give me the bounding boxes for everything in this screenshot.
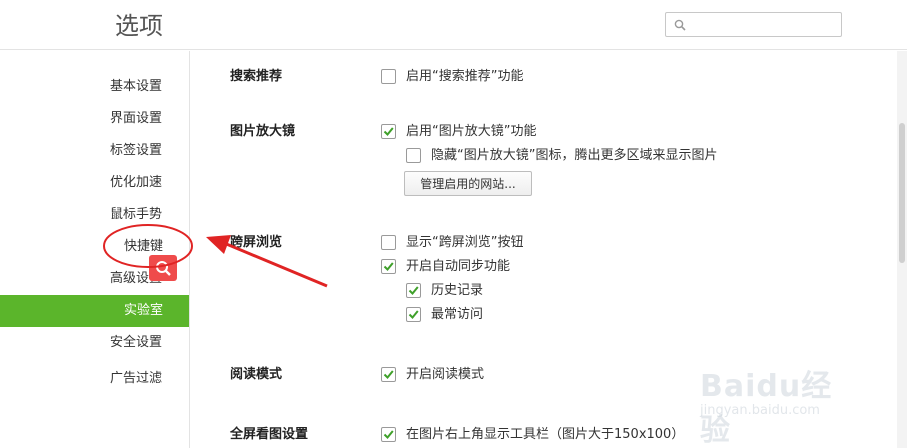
checkbox-checked[interactable] (406, 283, 421, 298)
section-title-reading-mode: 阅读模式 (230, 367, 283, 382)
image-magnifier-badge[interactable] (149, 255, 177, 281)
checkmark-icon (383, 127, 394, 136)
sidebar-item-interface[interactable]: 界面设置 (0, 103, 189, 135)
checkbox[interactable] (381, 69, 396, 84)
checkbox-checked[interactable] (381, 124, 396, 139)
search-box[interactable] (665, 12, 842, 37)
section-title-cross-screen: 跨屏浏览 (230, 235, 283, 250)
sidebar-item-label: 界面设置 (110, 111, 163, 126)
sidebar-item-label: 实验室 (124, 303, 164, 318)
option-label: 开启阅读模式 (406, 367, 485, 382)
sidebar: 基本设置 界面设置 标签设置 优化加速 鼠标手势 快捷键 高级设置 实验室 安全… (0, 51, 190, 448)
checkbox[interactable] (406, 148, 421, 163)
manage-sites-button[interactable]: 管理启用的网站... (404, 171, 532, 196)
option-label: 最常访问 (431, 307, 484, 322)
scrollbar-thumb[interactable] (899, 123, 905, 263)
sidebar-item-basic[interactable]: 基本设置 (0, 71, 189, 103)
checkmark-icon (383, 370, 394, 379)
sidebar-item-label: 标签设置 (110, 143, 163, 158)
sidebar-item-optimize[interactable]: 优化加速 (0, 167, 189, 199)
sidebar-item-tabs[interactable]: 标签设置 (0, 135, 189, 167)
checkbox-checked[interactable] (381, 367, 396, 382)
option-label: 启用“图片放大镜”功能 (406, 124, 537, 139)
sidebar-item-adblock[interactable]: 广告过滤 (0, 363, 189, 395)
checkmark-icon (383, 262, 394, 271)
option-label: 隐藏“图片放大镜”图标，腾出更多区域来显示图片 (431, 148, 718, 163)
checkbox-checked[interactable] (381, 427, 396, 442)
search-input[interactable] (690, 15, 835, 34)
checkbox[interactable] (381, 235, 396, 250)
sidebar-item-label: 基本设置 (110, 79, 163, 94)
option-label: 启用“搜索推荐”功能 (406, 69, 524, 84)
section-title-fullscreen-image: 全屏看图设置 (230, 427, 309, 442)
option-label: 在图片右上角显示工具栏（图片大于150x100） (406, 427, 685, 442)
sidebar-item-lab[interactable]: 实验室 (0, 295, 189, 327)
watermark-url: jingyan.baidu.com (700, 403, 820, 418)
scrollbar[interactable] (897, 51, 907, 448)
section-title-search-recommend: 搜索推荐 (230, 69, 283, 84)
option-label: 历史记录 (431, 283, 484, 298)
sidebar-item-label: 鼠标手势 (110, 207, 163, 222)
page-title: 选项 (115, 12, 163, 40)
checkmark-icon (383, 430, 394, 439)
sidebar-item-label: 优化加速 (110, 175, 163, 190)
checkbox-checked[interactable] (406, 307, 421, 322)
sidebar-item-mouse-gesture[interactable]: 鼠标手势 (0, 199, 189, 231)
watermark: Baidu经验 jingyan.baidu.com (700, 355, 860, 448)
checkmark-icon (408, 310, 419, 319)
magnifier-icon (156, 261, 171, 276)
checkbox-checked[interactable] (381, 259, 396, 274)
checkmark-icon (408, 286, 419, 295)
option-label: 显示“跨屏浏览”按钮 (406, 235, 524, 250)
sidebar-item-security[interactable]: 安全设置 (0, 327, 189, 359)
section-title-image-magnifier: 图片放大镜 (230, 124, 296, 139)
search-icon (674, 19, 686, 31)
sidebar-item-label: 安全设置 (110, 335, 163, 350)
sidebar-item-label: 广告过滤 (110, 371, 163, 386)
option-label: 开启自动同步功能 (406, 259, 511, 274)
header-bar: 选项 (0, 0, 907, 50)
